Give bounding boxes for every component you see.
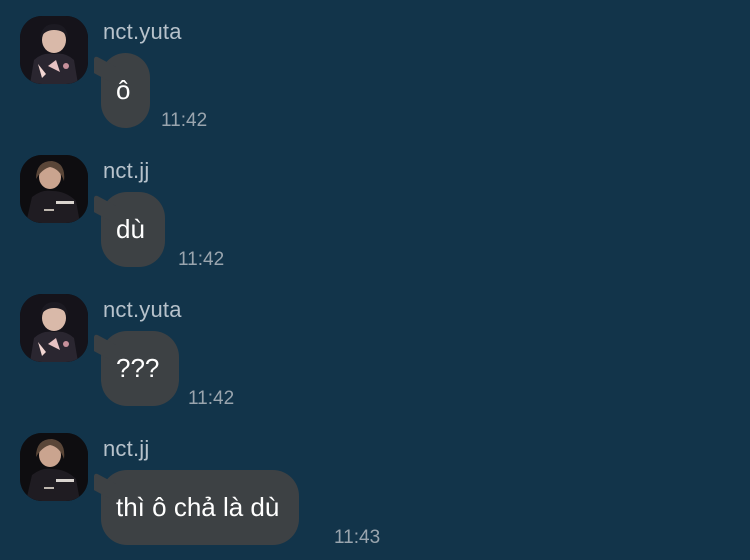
sender-name: nct.yuta [103,297,182,322]
message-text: ??? [116,353,160,383]
message-timestamp: 11:42 [161,110,208,131]
message-bubble[interactable]: thì ô chả là dù [101,470,300,545]
sender-name: nct.yuta [103,19,182,44]
message-timestamp: 11:42 [188,388,235,409]
yuta-avatar-icon [20,294,88,362]
message-text: thì ô chả là dù [116,492,280,522]
chat-message-list[interactable]: nct.yuta ô 11:42 nct.jj dù 11:42 nct.yut… [0,0,750,560]
message-text: dù [116,214,145,244]
message-row: nct.jj thì ô chả là dù 11:43 [0,417,750,548]
message-timestamp: 11:42 [178,249,225,270]
message-bubble[interactable]: ??? [101,331,180,406]
avatar[interactable] [20,16,88,84]
avatar[interactable] [20,155,88,223]
jj-avatar-icon [20,433,88,501]
avatar[interactable] [20,294,88,362]
message-row: nct.yuta ??? 11:42 [0,278,750,409]
yuta-avatar-icon [20,16,88,84]
message-bubble[interactable]: dù [101,192,165,267]
message-row: nct.yuta ô 11:42 [0,0,750,131]
jj-avatar-icon [20,155,88,223]
message-text: ô [116,75,131,105]
message-bubble[interactable]: ô [101,53,151,128]
sender-name: nct.jj [103,436,150,461]
message-timestamp: 11:43 [334,527,381,548]
sender-name: nct.jj [103,158,150,183]
message-row: nct.jj dù 11:42 [0,139,750,270]
avatar[interactable] [20,433,88,501]
